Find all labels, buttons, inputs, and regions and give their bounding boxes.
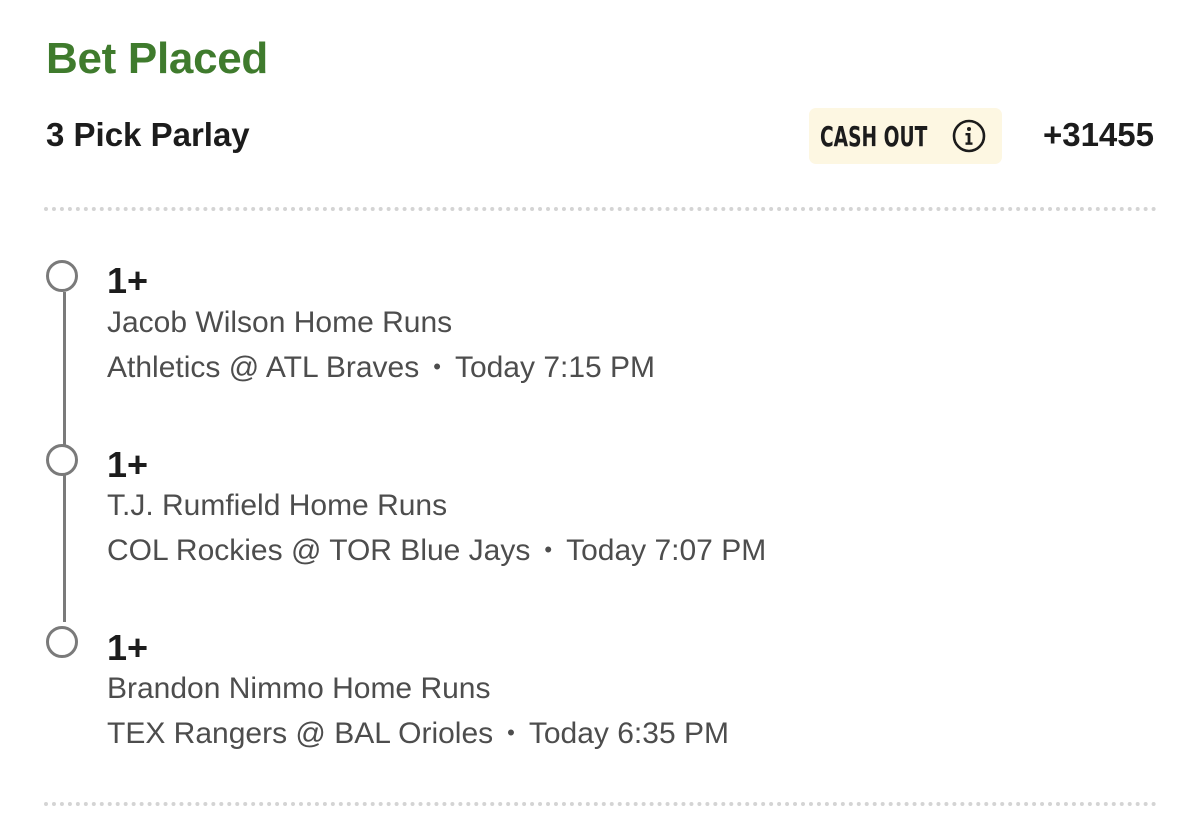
leg-matchup: TEX Rangers @ BAL Orioles <box>107 717 494 750</box>
pending-circle-icon <box>46 260 78 292</box>
leg-event: Athletics @ ATL Braves • Today 7:15 PM <box>107 351 655 385</box>
leg-market: Jacob Wilson Home Runs <box>107 306 453 339</box>
cash-out-button[interactable]: CASH OUT <box>809 108 1002 164</box>
cash-out-label: CASH OUT <box>820 120 928 153</box>
leg-matchup: COL Rockies @ TOR Blue Jays <box>107 534 531 567</box>
pending-circle-icon <box>46 626 78 658</box>
info-circle-icon[interactable] <box>951 118 987 154</box>
leg-time: Today 7:15 PM <box>454 351 656 384</box>
bullet-separator: • <box>544 537 553 562</box>
leg-market: T.J. Rumfield Home Runs <box>107 489 448 522</box>
parlay-odds: +31455 <box>1042 116 1154 153</box>
leg-line: 1+ <box>107 444 149 485</box>
leg-time: Today 6:35 PM <box>528 717 729 750</box>
leg-time: Today 7:07 PM <box>566 534 767 567</box>
leg-matchup: Athletics @ ATL Braves <box>107 351 420 384</box>
bet-status-title: Bet Placed <box>46 34 268 83</box>
bullet-separator: • <box>433 354 441 379</box>
bullet-separator: • <box>507 720 515 745</box>
leg-event: COL Rockies @ TOR Blue Jays • Today 7:07 P… <box>107 534 766 568</box>
leg-line: 1+ <box>107 627 149 668</box>
leg-market: Brandon Nimmo Home Runs <box>107 672 491 705</box>
leg-line: 1+ <box>107 260 149 301</box>
divider-top <box>44 207 1157 211</box>
bet-type-label: 3 Pick Parlay <box>46 116 250 153</box>
leg-event: TEX Rangers @ BAL Orioles • Today 6:35 PM <box>107 717 729 751</box>
pending-circle-icon <box>46 444 78 476</box>
divider-bottom <box>44 802 1157 806</box>
